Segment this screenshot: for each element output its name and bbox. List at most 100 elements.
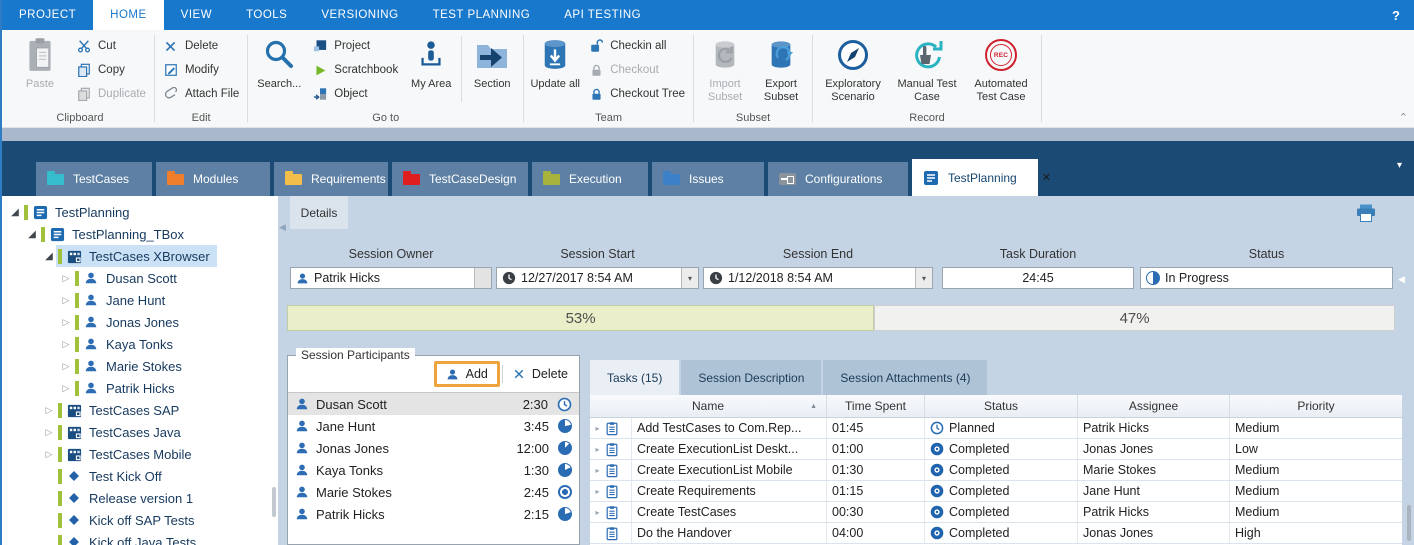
tab-overflow-icon[interactable]: ▾ [1397, 160, 1402, 171]
search-button[interactable]: Search... [251, 30, 307, 106]
tree-collapsed-icon[interactable]: ▷ [59, 273, 73, 284]
tab-testcases[interactable]: TestCases [36, 162, 152, 196]
task-row[interactable]: ▸ Create ExecutionList Deskt... 01:00 Co… [590, 439, 1402, 460]
goto-project-button[interactable]: Project [307, 38, 403, 54]
details-tab[interactable]: Details [290, 196, 348, 229]
tree-item-dusan-scott[interactable]: ▷Dusan Scott [2, 267, 278, 289]
export-subset-button[interactable]: Export Subset [753, 30, 809, 106]
delete-participant-button[interactable]: Delete [505, 364, 576, 384]
column-header-status[interactable]: Status [925, 395, 1078, 417]
tree-item-kick-off-sap-tests[interactable]: Kick off SAP Tests [2, 509, 278, 531]
paste-button[interactable]: Paste [9, 30, 71, 106]
row-expand-icon[interactable]: ▸ [592, 487, 603, 496]
section-button[interactable]: Section [464, 30, 520, 106]
checkout-tree-button[interactable]: Checkout Tree [583, 86, 690, 102]
task-row[interactable]: ▸ Create ExecutionList Mobile 01:30 Comp… [590, 460, 1402, 481]
participant-row[interactable]: Dusan Scott2:30 [288, 393, 579, 415]
update-all-button[interactable]: Update all [527, 30, 583, 106]
tree-item-jane-hunt[interactable]: ▷Jane Hunt [2, 289, 278, 311]
cut-button[interactable]: Cut [71, 38, 151, 54]
tree-expanded-icon[interactable]: ◢ [25, 229, 39, 240]
column-header-assignee[interactable]: Assignee [1078, 395, 1230, 417]
tree-item-testcases-java[interactable]: ▷TestCases Java [2, 421, 278, 443]
column-header-name[interactable]: Name▲ [590, 395, 827, 417]
tree-collapsed-icon[interactable]: ▷ [59, 317, 73, 328]
participant-row[interactable]: Marie Stokes2:45 [288, 481, 579, 503]
import-subset-button[interactable]: Import Subset [697, 30, 753, 106]
tree-collapsed-icon[interactable]: ▷ [42, 427, 56, 438]
close-tab-icon[interactable]: ✕ [1042, 171, 1051, 184]
tree-item-testplanning[interactable]: ◢TestPlanning [2, 201, 278, 223]
menu-api-testing[interactable]: API TESTING [547, 0, 658, 30]
exploratory-scenario-button[interactable]: Exploratory Scenario [816, 30, 890, 106]
start-dropdown-button[interactable]: ▾ [681, 268, 698, 288]
tree-item-kaya-tonks[interactable]: ▷Kaya Tonks [2, 333, 278, 355]
row-expand-icon[interactable]: ▸ [592, 466, 603, 475]
manual-test-case-button[interactable]: Manual Test Case [890, 30, 964, 106]
tab-testcasedesign[interactable]: TestCaseDesign [392, 162, 528, 196]
participant-row[interactable]: Patrik Hicks2:15 [288, 503, 579, 525]
modify-button[interactable]: Modify [158, 62, 244, 78]
column-header-time-spent[interactable]: Time Spent [827, 395, 925, 417]
splitter-collapse-icon[interactable]: ◀ [279, 222, 286, 233]
attach-file-button[interactable]: Attach File [158, 86, 244, 102]
tree-item-jonas-jones[interactable]: ▷Jonas Jones [2, 311, 278, 333]
tree-collapsed-icon[interactable]: ▷ [59, 295, 73, 306]
tab-execution[interactable]: Execution [532, 162, 648, 196]
tree-expanded-icon[interactable]: ◢ [42, 251, 56, 262]
my-area-button[interactable]: My Area [403, 30, 459, 106]
tree-collapsed-icon[interactable]: ▷ [59, 339, 73, 350]
tree-item-marie-stokes[interactable]: ▷Marie Stokes [2, 355, 278, 377]
participant-row[interactable]: Jonas Jones12:00 [288, 437, 579, 459]
tree-item-kick-off-java-tests[interactable]: Kick off Java Tests [2, 531, 278, 545]
goto-object-button[interactable]: Object [307, 86, 403, 102]
tab-session-attachments[interactable]: Session Attachments (4) [823, 360, 987, 395]
help-icon[interactable]: ? [1378, 0, 1414, 30]
tab-configurations[interactable]: Configurations [768, 162, 908, 196]
tree-item-testcases-sap[interactable]: ▷TestCases SAP [2, 399, 278, 421]
tree-scrollbar[interactable] [272, 487, 276, 517]
tree-collapsed-icon[interactable]: ▷ [42, 449, 56, 460]
end-dropdown-button[interactable]: ▾ [915, 268, 932, 288]
status-field[interactable]: In Progress [1140, 267, 1393, 289]
print-icon[interactable] [1356, 204, 1376, 225]
task-duration-field[interactable]: 24:45 [942, 267, 1134, 289]
tree-collapsed-icon[interactable]: ▷ [59, 361, 73, 372]
duplicate-button[interactable]: Duplicate [71, 86, 151, 102]
tab-requirements[interactable]: Requirements [274, 162, 388, 196]
automated-test-case-button[interactable]: REC Automated Test Case [964, 30, 1038, 106]
column-header-priority[interactable]: Priority [1230, 395, 1402, 417]
owner-browse-button[interactable] [474, 268, 491, 288]
ribbon-collapse-icon[interactable]: ⌃ [1399, 111, 1408, 124]
tree-item-test-kick-off[interactable]: Test Kick Off [2, 465, 278, 487]
menu-home[interactable]: HOME [93, 0, 164, 30]
tree-item-testcases-xbrowser[interactable]: ◢TestCases XBrowser [2, 245, 278, 267]
task-row[interactable]: Do the Handover 04:00 Completed Jonas Jo… [590, 523, 1402, 544]
participant-row[interactable]: Kaya Tonks1:30 [288, 459, 579, 481]
tree-expanded-icon[interactable]: ◢ [8, 207, 22, 218]
add-participant-button[interactable]: Add [434, 361, 500, 387]
tree-item-testplanning-tbox[interactable]: ◢TestPlanning_TBox [2, 223, 278, 245]
delete-button[interactable]: Delete [158, 38, 244, 54]
menu-versioning[interactable]: VERSIONING [304, 0, 415, 30]
session-end-field[interactable]: 1/12/2018 8:54 AM ▾ [703, 267, 933, 289]
checkout-button[interactable]: Checkout [583, 62, 690, 78]
tree-collapsed-icon[interactable]: ▷ [59, 383, 73, 394]
session-start-field[interactable]: 12/27/2017 8:54 AM ▾ [496, 267, 699, 289]
tree-item-release-version-1[interactable]: Release version 1 [2, 487, 278, 509]
copy-button[interactable]: Copy [71, 62, 151, 78]
tree-collapsed-icon[interactable]: ▷ [42, 405, 56, 416]
panel-collapse-icon[interactable]: ◀ [1398, 274, 1405, 285]
menu-test-planning[interactable]: TEST PLANNING [416, 0, 548, 30]
tab-tasks[interactable]: Tasks (15) [590, 360, 679, 395]
task-row[interactable]: ▸ Create Requirements 01:15 Completed Ja… [590, 481, 1402, 502]
participant-row[interactable]: Jane Hunt3:45 [288, 415, 579, 437]
tab-issues[interactable]: Issues [652, 162, 764, 196]
menu-project[interactable]: PROJECT [2, 0, 93, 30]
row-expand-icon[interactable]: ▸ [592, 508, 603, 517]
menu-view[interactable]: VIEW [164, 0, 229, 30]
goto-scratchbook-button[interactable]: Scratchbook [307, 62, 403, 78]
menu-tools[interactable]: TOOLS [229, 0, 304, 30]
tab-modules[interactable]: Modules [156, 162, 270, 196]
task-row[interactable]: ▸ Create TestCases 00:30 Completed Patri… [590, 502, 1402, 523]
